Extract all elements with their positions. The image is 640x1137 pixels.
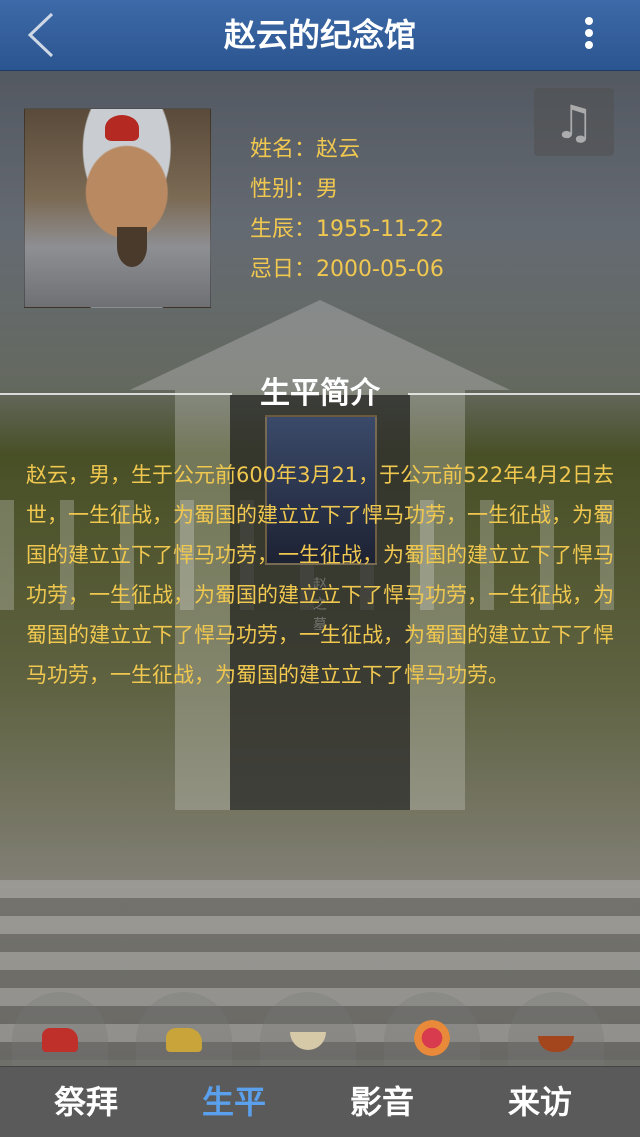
bio-section-title: 生平简介 bbox=[260, 376, 380, 411]
info-value: 2000-05-06 bbox=[316, 257, 444, 282]
portrait-photo bbox=[24, 108, 211, 308]
info-label: 忌日： bbox=[250, 257, 317, 282]
info-label: 性别： bbox=[250, 177, 317, 202]
header-bar: 赵云的纪念馆 bbox=[0, 0, 640, 71]
offerings-bar bbox=[0, 992, 640, 1066]
bio-text: 赵云，男，生于公元前600年3月21，于公元前522年4月2日去世，一生征战，为… bbox=[26, 463, 614, 687]
music-button[interactable]: ♫ bbox=[534, 88, 614, 156]
section-divider-left bbox=[0, 393, 232, 395]
music-note-icon: ♫ bbox=[553, 95, 595, 149]
offering-lamp[interactable] bbox=[508, 992, 604, 1066]
tab-worship[interactable]: 祭拜 bbox=[26, 1067, 146, 1137]
car-icon bbox=[42, 1028, 78, 1052]
profile-info: 姓名：赵云 性别：男 生辰：1955-11-22 忌日：2000-05-06 bbox=[250, 130, 530, 290]
info-row-death: 忌日：2000-05-06 bbox=[250, 250, 530, 290]
info-value: 1955-11-22 bbox=[316, 217, 444, 242]
info-value: 赵云 bbox=[316, 137, 361, 162]
section-divider-right bbox=[408, 393, 640, 395]
offering-bowl[interactable] bbox=[260, 992, 356, 1066]
info-value: 男 bbox=[316, 177, 339, 202]
flower-basket-icon bbox=[414, 1020, 450, 1056]
helmet-plume bbox=[105, 115, 139, 141]
beard bbox=[117, 227, 147, 267]
page-title: 赵云的纪念馆 bbox=[223, 16, 416, 54]
back-button[interactable] bbox=[22, 12, 62, 58]
offering-flowers[interactable] bbox=[384, 992, 480, 1066]
info-row-name: 姓名：赵云 bbox=[250, 130, 530, 170]
tab-biography[interactable]: 生平 bbox=[174, 1067, 294, 1137]
more-vertical-icon bbox=[585, 17, 593, 25]
offering-horse[interactable] bbox=[136, 992, 232, 1066]
info-row-birth: 生辰：1955-11-22 bbox=[250, 210, 530, 250]
tab-bar: 祭拜 生平 影音 来访 bbox=[0, 1066, 640, 1137]
info-label: 姓名： bbox=[250, 137, 317, 162]
info-row-gender: 性别：男 bbox=[250, 170, 530, 210]
chevron-left-icon bbox=[27, 12, 54, 58]
offering-car[interactable] bbox=[12, 992, 108, 1066]
info-label: 生辰： bbox=[250, 217, 317, 242]
horse-icon bbox=[166, 1028, 202, 1052]
tab-visitors[interactable]: 来访 bbox=[480, 1067, 600, 1137]
tab-media[interactable]: 影音 bbox=[322, 1067, 442, 1137]
bowl-icon bbox=[290, 1032, 326, 1050]
more-menu-button[interactable] bbox=[576, 14, 602, 54]
oil-lamp-icon bbox=[538, 1036, 574, 1052]
